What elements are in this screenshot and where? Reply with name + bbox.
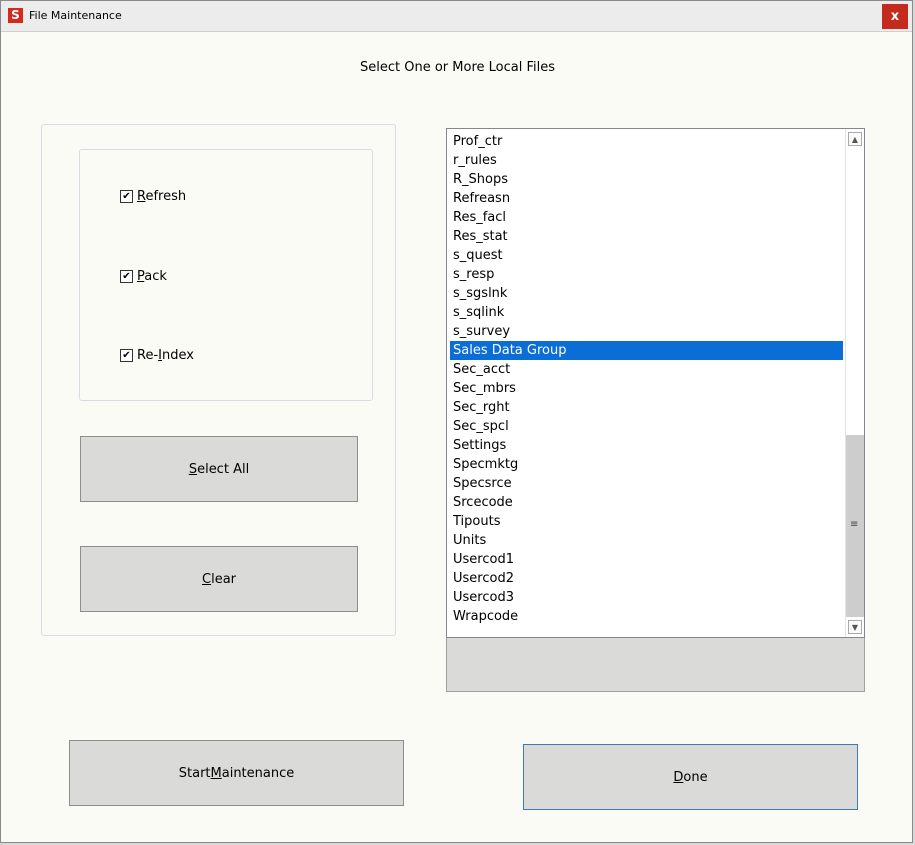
list-item[interactable]: s_sgslnk [450,284,843,303]
list-item[interactable]: Usercod1 [450,550,843,569]
list-item[interactable]: s_survey [450,322,843,341]
list-item[interactable]: Usercod3 [450,588,843,607]
instruction-heading: Select One or More Local Files [360,60,555,75]
list-item[interactable]: s_quest [450,246,843,265]
list-item[interactable]: R_Shops [450,170,843,189]
list-item[interactable]: Tipouts [450,512,843,531]
vertical-scrollbar[interactable]: ▲ ≡ ▼ [845,129,864,637]
file-list: Prof_ctr r_rules R_Shops Refreasn Res_facl Re… [450,132,843,626]
list-item[interactable]: s_resp [450,265,843,284]
scroll-up-arrow-icon[interactable]: ▲ [848,132,862,146]
done-button[interactable]: Done [523,744,858,810]
list-item[interactable]: Sec_rght [450,398,843,417]
scroll-grip-icon: ≡ [850,519,859,530]
app-icon: S [8,8,23,23]
refresh-label: Refresh [137,189,187,204]
title-bar[interactable]: S File Maintenance x [1,1,912,32]
check-icon: ✔ [120,349,133,362]
dialog-body: Select One or More Local Files ✔ Refresh… [9,32,906,837]
list-item[interactable]: Specsrce [450,474,843,493]
pack-label: Pack [137,269,167,284]
reindex-label: Re-Index [137,348,194,363]
scroll-down-arrow-icon[interactable]: ▼ [848,620,862,634]
list-item[interactable]: r_rules [450,151,843,170]
list-item[interactable]: Wrapcode [450,607,843,626]
local-files-listbox[interactable]: Prof_ctr r_rules R_Shops Refreasn Res_facl Re… [446,128,865,638]
listbox-footer-panel [446,638,865,692]
clear-button[interactable]: Clear [80,546,358,612]
list-item[interactable]: Specmktg [450,455,843,474]
check-icon: ✔ [120,270,133,283]
window-title: File Maintenance [29,9,122,22]
pack-checkbox[interactable]: ✔ Pack [120,269,167,284]
list-item[interactable]: Units [450,531,843,550]
list-item[interactable]: Prof_ctr [450,132,843,151]
reindex-checkbox[interactable]: ✔ Re-Index [120,348,194,363]
list-item[interactable]: Usercod2 [450,569,843,588]
check-icon: ✔ [120,190,133,203]
list-item[interactable]: Sec_spcl [450,417,843,436]
list-item[interactable]: Sec_acct [450,360,843,379]
refresh-checkbox[interactable]: ✔ Refresh [120,189,186,204]
select-all-button[interactable]: Select All [80,436,358,502]
scroll-thumb[interactable]: ≡ [846,435,864,617]
close-button[interactable]: x [882,4,908,29]
list-item[interactable]: s_sqlink [450,303,843,322]
list-item[interactable]: Res_stat [450,227,843,246]
start-maintenance-button[interactable]: Start Maintenance [69,740,404,806]
file-maintenance-window: S File Maintenance x Select One or More … [0,0,913,843]
list-item[interactable]: Refreasn [450,189,843,208]
list-item[interactable]: Srcecode [450,493,843,512]
list-item[interactable]: Settings [450,436,843,455]
list-item[interactable]: Res_facl [450,208,843,227]
list-item[interactable]: Sec_mbrs [450,379,843,398]
list-item[interactable]: Sales Data Group [450,341,843,360]
